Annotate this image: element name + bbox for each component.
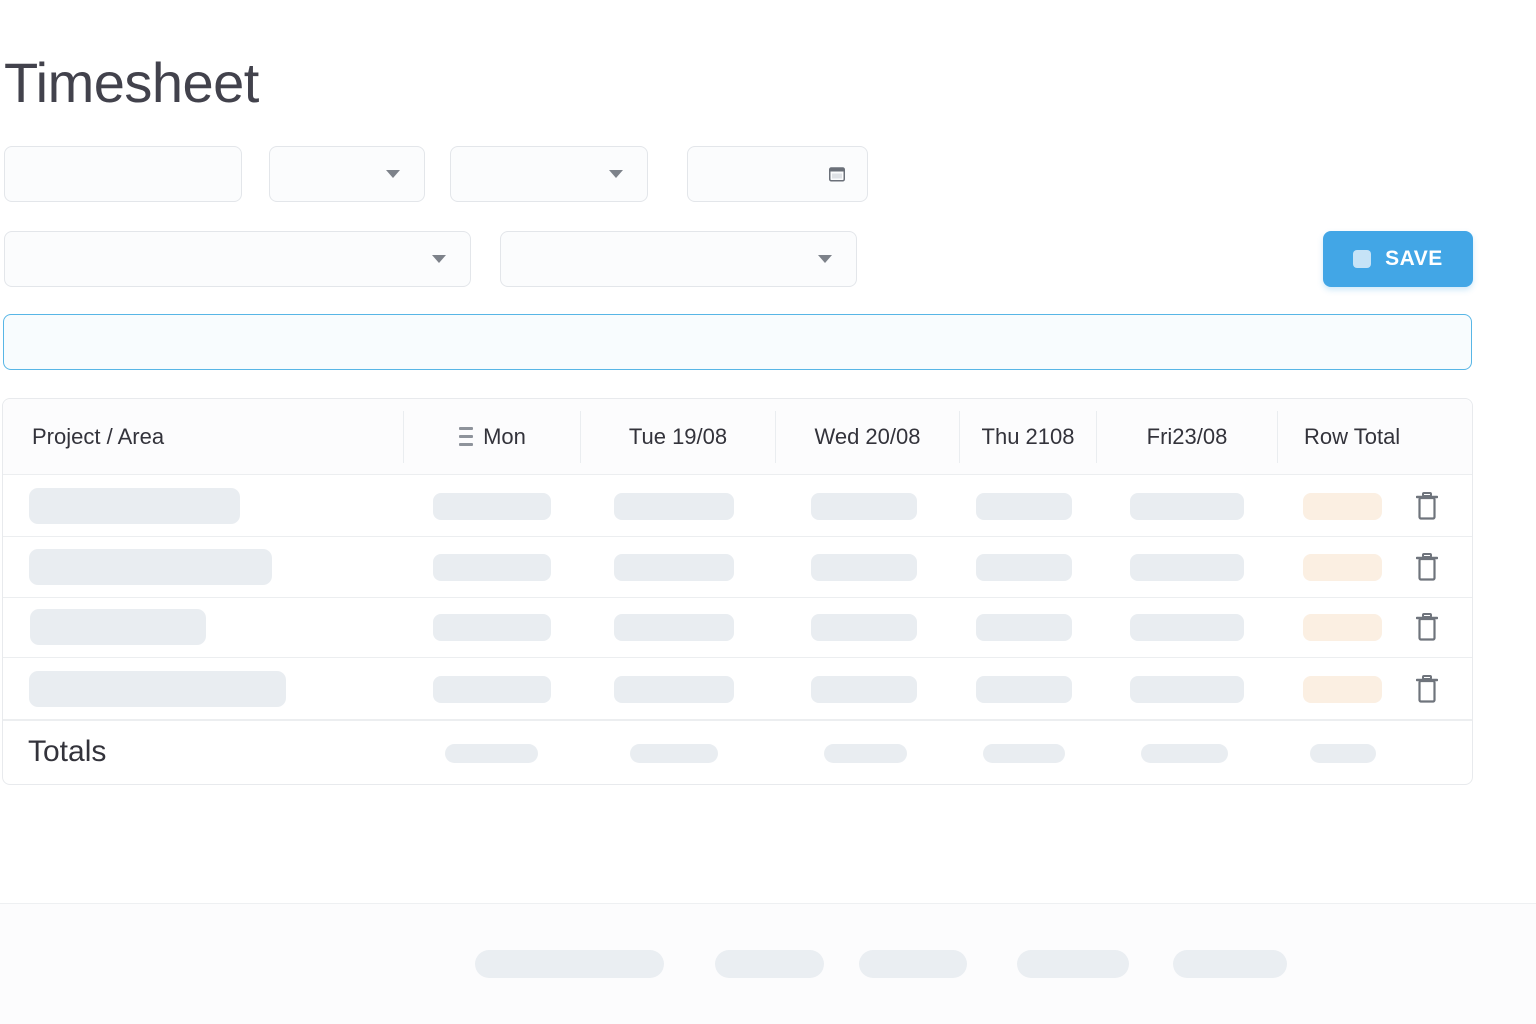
chevron-down-icon — [609, 170, 623, 178]
page-title: Timesheet — [4, 51, 259, 114]
cell-project[interactable] — [29, 488, 240, 524]
footer-placeholder-3[interactable] — [859, 950, 967, 978]
footer-placeholder-4[interactable] — [1017, 950, 1129, 978]
header-row-total-label: Row Total — [1304, 424, 1401, 449]
filter-dropdown-2[interactable] — [450, 146, 648, 202]
area-dropdown[interactable] — [500, 231, 857, 287]
cell-row-total — [1303, 614, 1382, 641]
header-project-label: Project / Area — [32, 424, 165, 449]
header-tue[interactable]: Tue 19/08 — [581, 399, 775, 475]
header-wed-label: Wed 20/08 — [814, 424, 921, 449]
search-input[interactable] — [3, 314, 1472, 370]
cell-tue[interactable] — [614, 676, 734, 703]
header-fri[interactable]: Fri23/08 — [1097, 399, 1277, 475]
cell-row-total — [1303, 676, 1382, 703]
footer-bar — [0, 903, 1536, 1024]
footer-placeholder-2[interactable] — [715, 950, 824, 978]
trash-icon[interactable] — [1415, 675, 1439, 703]
cell-mon[interactable] — [433, 493, 551, 520]
cell-tue[interactable] — [614, 614, 734, 641]
table-row — [3, 597, 1472, 658]
total-wed — [824, 744, 907, 763]
cell-mon[interactable] — [433, 614, 551, 641]
text-filter-field[interactable] — [4, 146, 242, 202]
cell-thu[interactable] — [976, 493, 1072, 520]
total-fri — [1141, 744, 1228, 763]
footer-placeholder-5[interactable] — [1173, 950, 1287, 978]
cell-thu[interactable] — [976, 554, 1072, 581]
cell-project[interactable] — [29, 671, 286, 707]
save-button[interactable]: SAVE — [1323, 231, 1473, 287]
save-button-label: SAVE — [1385, 247, 1443, 270]
cell-project[interactable] — [30, 609, 206, 645]
list-icon[interactable] — [459, 427, 474, 447]
cell-fri[interactable] — [1130, 554, 1244, 581]
totals-divider — [3, 719, 1472, 721]
header-thu-label: Thu 2108 — [981, 424, 1075, 449]
cell-thu[interactable] — [976, 676, 1072, 703]
cell-wed[interactable] — [811, 614, 917, 641]
trash-icon[interactable] — [1415, 553, 1439, 581]
header-mon[interactable]: Mon — [404, 399, 581, 475]
cell-mon[interactable] — [433, 554, 551, 581]
cell-project[interactable] — [29, 549, 272, 585]
header-tue-label: Tue 19/08 — [628, 424, 728, 449]
project-dropdown[interactable] — [4, 231, 471, 287]
save-icon — [1353, 250, 1372, 268]
cell-tue[interactable] — [614, 493, 734, 520]
total-grand — [1310, 744, 1376, 763]
header-mon-label: Mon — [483, 424, 526, 449]
total-tue — [630, 744, 718, 763]
table-header: Project / Area Mon Tue 19/08 Wed 20/08 T… — [3, 399, 1472, 475]
cell-row-total — [1303, 493, 1382, 520]
cell-mon[interactable] — [433, 676, 551, 703]
cell-row-total — [1303, 554, 1382, 581]
date-picker-field[interactable] — [687, 146, 868, 202]
cell-wed[interactable] — [811, 554, 917, 581]
cell-fri[interactable] — [1130, 614, 1244, 641]
cell-wed[interactable] — [811, 493, 917, 520]
filter-dropdown-1[interactable] — [269, 146, 425, 202]
cell-fri[interactable] — [1130, 493, 1244, 520]
cell-fri[interactable] — [1130, 676, 1244, 703]
trash-icon[interactable] — [1415, 613, 1439, 641]
header-wed[interactable]: Wed 20/08 — [776, 399, 959, 475]
header-row-total[interactable]: Row Total — [1304, 399, 1464, 475]
header-project[interactable]: Project / Area — [32, 399, 402, 475]
total-mon — [445, 744, 538, 763]
cell-wed[interactable] — [811, 676, 917, 703]
cell-tue[interactable] — [614, 554, 734, 581]
header-fri-label: Fri23/08 — [1146, 424, 1228, 449]
trash-icon[interactable] — [1415, 492, 1439, 520]
chevron-down-icon — [386, 170, 400, 178]
total-thu — [983, 744, 1065, 763]
chevron-down-icon — [432, 255, 446, 263]
header-thu[interactable]: Thu 2108 — [960, 399, 1096, 475]
footer-placeholder-1[interactable] — [475, 950, 664, 978]
chevron-down-icon — [818, 255, 832, 263]
calendar-icon[interactable] — [829, 167, 845, 182]
cell-thu[interactable] — [976, 614, 1072, 641]
totals-label: Totals — [28, 735, 107, 768]
